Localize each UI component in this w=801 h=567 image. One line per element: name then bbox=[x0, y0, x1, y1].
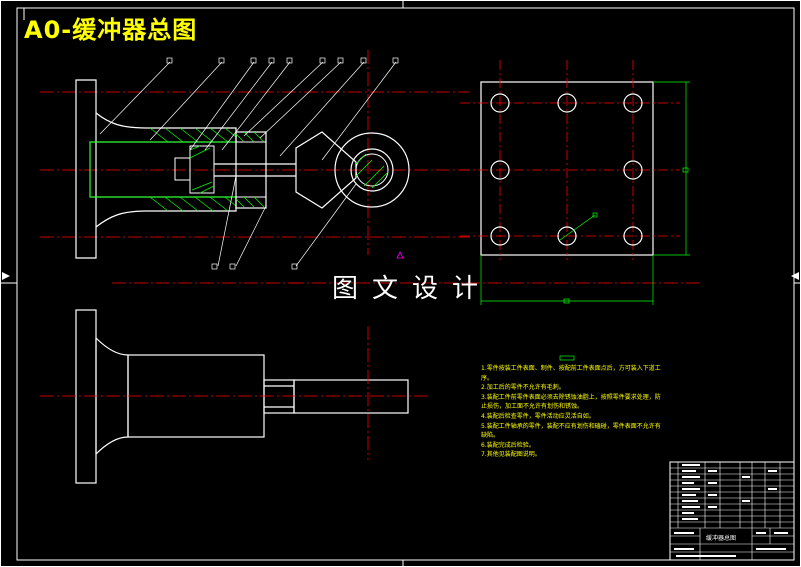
note-item: 4.装配后检查零件，零件活动应灵活自如。 bbox=[481, 412, 595, 420]
section-view bbox=[40, 50, 700, 284]
note-item: 3.装配工件前零件表面必须去除锈蚀油脂上，按照零件要求处理，防止损伤，加工面不允… bbox=[481, 393, 661, 411]
drawing-title: A0-缓冲器总图 bbox=[24, 16, 198, 44]
notes-heading-mark bbox=[559, 355, 575, 361]
view-marker bbox=[396, 251, 404, 259]
side-view bbox=[460, 60, 690, 305]
note-item: 1.零件按装工件表面、制件、按配前工件表面点后，方可装入下道工序。 bbox=[481, 365, 661, 382]
top-view bbox=[75, 309, 409, 484]
corner-marker-left bbox=[2, 272, 10, 280]
title-block-drawing-name: 缓冲器总图 bbox=[706, 535, 737, 542]
note-item: 6.装配完成后检验。 bbox=[481, 441, 535, 449]
note-item: 5.装配工件轴承的零件，装配不应有划伤和磕碰，零件表面不允许有缺陷。 bbox=[481, 422, 661, 440]
technical-notes: 1.零件按装工件表面、制件、按配前工件表面点后，方可装入下道工序。 2.加工后的… bbox=[481, 364, 661, 460]
watermark-text: 图文设计 bbox=[332, 274, 493, 304]
note-item: 7.其他见装配图说明。 bbox=[481, 451, 541, 459]
top-view-centerline bbox=[40, 326, 430, 460]
title-block-fills bbox=[674, 464, 788, 557]
corner-marker-right bbox=[791, 272, 799, 280]
note-item: 2.加工后的零件不允许有毛刺。 bbox=[481, 384, 565, 392]
